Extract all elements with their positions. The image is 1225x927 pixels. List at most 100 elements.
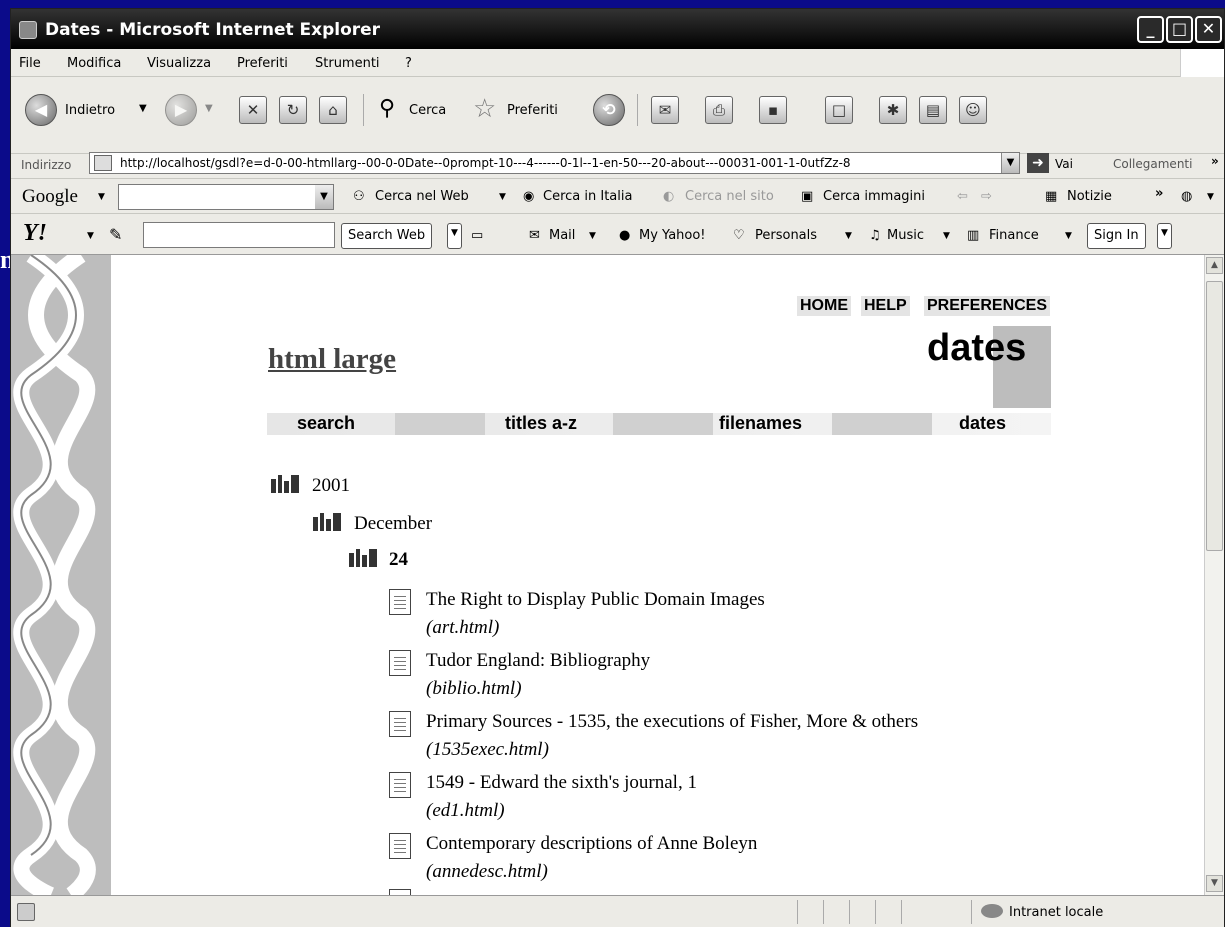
next-result-icon[interactable]: ⇨ bbox=[981, 189, 992, 204]
mail-icon: ✉ bbox=[529, 228, 540, 243]
nav-search[interactable]: search bbox=[297, 413, 355, 434]
menu-help[interactable]: ? bbox=[405, 56, 412, 71]
nav-titles[interactable]: titles a-z bbox=[505, 413, 577, 434]
finance-dropdown-icon[interactable]: ▼ bbox=[1065, 231, 1072, 241]
nav-filenames[interactable]: filenames bbox=[719, 413, 802, 434]
translate-dropdown-icon[interactable]: ▼ bbox=[1207, 192, 1214, 202]
google-search-site-button[interactable]: Cerca nel sito bbox=[685, 189, 774, 204]
pencil-icon[interactable]: ✎ bbox=[109, 225, 122, 244]
music-dropdown-icon[interactable]: ▼ bbox=[943, 231, 950, 241]
personals-dropdown-icon[interactable]: ▼ bbox=[845, 231, 852, 241]
help-link[interactable]: HELP bbox=[861, 296, 910, 316]
scroll-thumb[interactable] bbox=[1206, 281, 1223, 551]
nav-dates[interactable]: dates bbox=[959, 413, 1006, 434]
search-button[interactable]: Cerca bbox=[409, 103, 446, 118]
scroll-up-icon[interactable]: ▲ bbox=[1206, 257, 1223, 274]
my-yahoo-button[interactable]: My Yahoo! bbox=[639, 228, 706, 243]
document-title: Primary Sources - 1535, the executions o… bbox=[426, 711, 919, 732]
menu-file[interactable]: File bbox=[19, 56, 41, 71]
google-search-web-button[interactable]: Cerca nel Web bbox=[375, 189, 469, 204]
highlight-icon[interactable]: ▭ bbox=[471, 228, 483, 243]
stop-icon[interactable]: ✕ bbox=[239, 96, 267, 124]
tree-day[interactable]: 24 bbox=[389, 549, 408, 571]
google-search-input[interactable]: ▼ bbox=[118, 184, 334, 210]
menu-modifica[interactable]: Modifica bbox=[67, 56, 121, 71]
back-button[interactable]: Indietro bbox=[65, 103, 115, 118]
document-icon[interactable] bbox=[389, 589, 411, 615]
sign-in-dropdown-icon[interactable]: ▼ bbox=[1157, 223, 1172, 249]
favorites-button[interactable]: Preferiti bbox=[507, 103, 558, 118]
preferences-link[interactable]: PREFERENCES bbox=[924, 296, 1051, 316]
yahoo-search-dropdown-icon[interactable]: ▼ bbox=[447, 223, 462, 249]
bookshelf-icon[interactable] bbox=[349, 549, 379, 567]
chevron-right-icon[interactable]: » bbox=[1211, 154, 1219, 168]
status-divider bbox=[823, 900, 824, 924]
yahoo-sign-in-button[interactable]: Sign In bbox=[1087, 223, 1146, 249]
scroll-down-icon[interactable]: ▼ bbox=[1206, 875, 1223, 892]
tree-month[interactable]: December bbox=[354, 513, 432, 535]
history-icon[interactable]: ⟲ bbox=[593, 94, 625, 126]
home-icon[interactable]: ⌂ bbox=[319, 96, 347, 124]
document-title: The Right to Display Public Domain Image… bbox=[426, 589, 765, 610]
chevron-right-icon[interactable]: » bbox=[1155, 186, 1163, 201]
print-icon[interactable]: ⎙ bbox=[705, 96, 733, 124]
google-search-italy-button[interactable]: Cerca in Italia bbox=[543, 189, 632, 204]
document-icon[interactable] bbox=[389, 650, 411, 676]
forward-arrow-icon[interactable]: ▶ bbox=[165, 94, 197, 126]
forward-dropdown-icon[interactable]: ▼ bbox=[205, 103, 213, 114]
yahoo-personals-button[interactable]: Personals bbox=[755, 228, 817, 243]
google-menu-dropdown-icon[interactable]: ▼ bbox=[98, 192, 105, 202]
document-icon[interactable] bbox=[389, 772, 411, 798]
mail-dropdown-icon[interactable]: ▼ bbox=[589, 231, 596, 241]
menu-visualizza[interactable]: Visualizza bbox=[147, 56, 211, 71]
vertical-scrollbar[interactable]: ▲ ▼ bbox=[1204, 255, 1224, 895]
yahoo-finance-button[interactable]: Finance bbox=[989, 228, 1039, 243]
yahoo-music-button[interactable]: Music bbox=[887, 228, 924, 243]
edit-icon[interactable]: ▪ bbox=[759, 96, 787, 124]
go-button[interactable]: Vai bbox=[1055, 157, 1073, 171]
discuss-icon[interactable]: □ bbox=[825, 96, 853, 124]
close-button[interactable]: ✕ bbox=[1195, 16, 1222, 43]
maximize-button[interactable]: □ bbox=[1166, 16, 1193, 43]
minimize-button[interactable]: _ bbox=[1137, 16, 1164, 43]
yahoo-search-web-button[interactable]: Search Web bbox=[341, 223, 433, 249]
prev-result-icon[interactable]: ⇦ bbox=[957, 189, 968, 204]
menu-strumenti[interactable]: Strumenti bbox=[315, 56, 380, 71]
back-dropdown-icon[interactable]: ▼ bbox=[139, 103, 147, 114]
address-dropdown-icon[interactable]: ▼ bbox=[1001, 153, 1019, 173]
research-icon[interactable]: ▤ bbox=[919, 96, 947, 124]
navbar-shade bbox=[395, 413, 485, 435]
page-status-icon bbox=[17, 903, 35, 921]
menu-bar: File Modifica Visualizza Preferiti Strum… bbox=[11, 49, 1224, 77]
menu-preferiti[interactable]: Preferiti bbox=[237, 56, 288, 71]
collection-title[interactable]: html large bbox=[268, 343, 396, 376]
refresh-icon[interactable]: ↻ bbox=[279, 96, 307, 124]
address-input[interactable]: http://localhost/gsdl?e=d-0-00-htmllarg-… bbox=[89, 152, 1020, 174]
yahoo-mail-button[interactable]: Mail bbox=[549, 228, 575, 243]
google-input-dropdown-icon[interactable]: ▼ bbox=[315, 185, 333, 209]
contacts-icon[interactable]: ☺ bbox=[959, 96, 987, 124]
mail-icon[interactable]: ✉ bbox=[651, 96, 679, 124]
yahoo-menu-dropdown-icon[interactable]: ▼ bbox=[87, 231, 94, 241]
yahoo-search-input[interactable] bbox=[143, 222, 335, 248]
google-search-images-button[interactable]: Cerca immagini bbox=[823, 189, 925, 204]
messenger-icon[interactable]: ✱ bbox=[879, 96, 907, 124]
links-button[interactable]: Collegamenti bbox=[1113, 157, 1192, 171]
google-logo[interactable]: Google bbox=[22, 186, 78, 208]
search-icon[interactable]: ⚲ bbox=[379, 96, 395, 121]
go-arrow-icon[interactable]: ➜ bbox=[1027, 153, 1049, 173]
google-toolbar: Google ▼ ▼ ⚇ Cerca nel Web ▼ ◉ Cerca in … bbox=[11, 180, 1224, 214]
music-icon: ♫ bbox=[869, 228, 881, 243]
back-arrow-icon[interactable]: ◀ bbox=[25, 94, 57, 126]
bookshelf-icon[interactable] bbox=[271, 475, 301, 493]
home-link[interactable]: HOME bbox=[797, 296, 851, 316]
translate-icon[interactable]: ◍ bbox=[1181, 189, 1192, 204]
yahoo-logo[interactable]: Y! bbox=[23, 220, 47, 247]
bookshelf-icon[interactable] bbox=[313, 513, 343, 531]
document-icon[interactable] bbox=[389, 711, 411, 737]
document-icon[interactable] bbox=[389, 833, 411, 859]
search-web-dropdown-icon[interactable]: ▼ bbox=[499, 192, 506, 202]
favorites-star-icon[interactable]: ☆ bbox=[473, 94, 496, 124]
tree-year[interactable]: 2001 bbox=[312, 475, 350, 497]
google-news-button[interactable]: Notizie bbox=[1067, 189, 1112, 204]
